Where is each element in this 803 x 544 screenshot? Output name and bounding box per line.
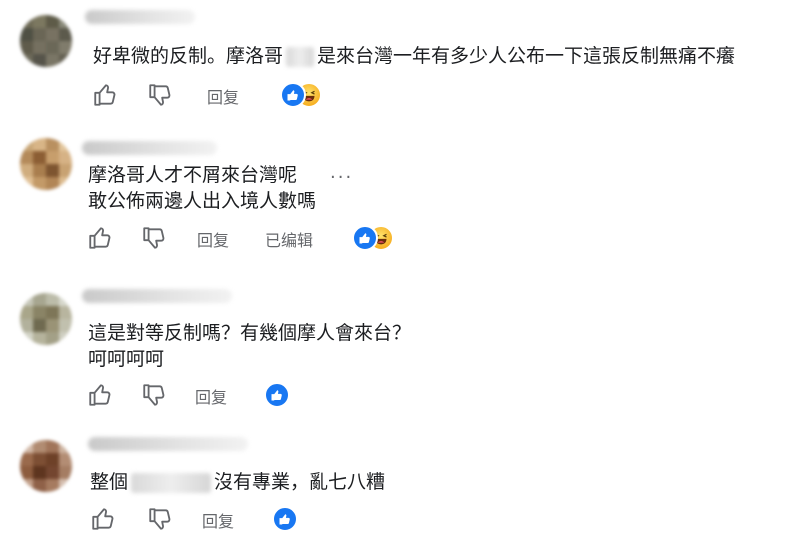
more-dots-icon[interactable]: ...	[330, 162, 353, 183]
like-reaction-icon	[280, 82, 306, 108]
comment-actions: 回复 已编辑	[87, 225, 407, 255]
redacted-text	[131, 472, 212, 493]
comment-2: 摩洛哥人才不屑來台灣呢 ... 敢公佈兩邊人出入境人數嗎 回复 已编辑	[0, 125, 803, 275]
commenter-name[interactable]	[85, 10, 195, 24]
like-reaction-icon	[272, 506, 298, 532]
comment-text: 好卑微的反制。摩洛哥 是來台灣一年有多少人公布一下這張反制無痛不癢	[93, 45, 736, 67]
thumbs-up-outline-icon[interactable]	[90, 506, 116, 532]
redacted-text	[286, 46, 315, 67]
thumbs-down-outline-icon[interactable]	[147, 506, 173, 532]
commenter-name[interactable]	[82, 289, 232, 303]
comment-text-line-1: 這是對等反制嗎？有幾個摩人會來台？	[88, 322, 412, 344]
comment-4: 整個 沒有專業，亂七八糟 回复	[0, 420, 803, 544]
comment-text: 整個 沒有專業，亂七八糟	[90, 471, 386, 493]
commenter-name[interactable]	[82, 141, 217, 155]
comment-text-line-2: 呵呵呵呵	[88, 348, 165, 370]
avatar[interactable]	[20, 138, 72, 190]
reaction-summary[interactable]	[272, 506, 298, 532]
comment-actions: 回复	[92, 82, 352, 112]
thumbs-up-outline-icon[interactable]	[87, 382, 113, 408]
thumbs-down-outline-icon[interactable]	[141, 225, 167, 251]
reply-button[interactable]: 回复	[202, 508, 234, 532]
edited-label: 已编辑	[265, 231, 314, 250]
comment-3: 這是對等反制嗎？有幾個摩人會來台？ 呵呵呵呵 回复	[0, 275, 803, 420]
avatar[interactable]	[20, 440, 72, 492]
thumbs-up-outline-icon[interactable]	[92, 82, 118, 108]
thumbs-up-outline-icon[interactable]	[87, 225, 113, 251]
comment-text-line-1: 摩洛哥人才不屑來台灣呢	[88, 164, 298, 186]
reaction-summary[interactable]	[352, 225, 402, 251]
thumbs-down-outline-icon[interactable]	[147, 82, 173, 108]
reaction-summary[interactable]	[264, 382, 290, 408]
avatar[interactable]	[20, 15, 72, 67]
thumbs-down-outline-icon[interactable]	[141, 382, 167, 408]
reply-button[interactable]: 回复	[207, 84, 239, 108]
like-reaction-icon	[352, 225, 378, 251]
avatar[interactable]	[20, 293, 72, 345]
comment-1: 好卑微的反制。摩洛哥 是來台灣一年有多少人公布一下這張反制無痛不癢 回复	[0, 0, 803, 125]
reply-button[interactable]: 回复	[195, 384, 227, 408]
comment-text-line-2: 敢公佈兩邊人出入境人數嗎	[88, 190, 317, 212]
like-reaction-icon	[264, 382, 290, 408]
comment-actions: 回复	[90, 506, 310, 536]
comment-actions: 回复	[87, 382, 307, 412]
reaction-summary[interactable]	[280, 82, 330, 108]
reply-button[interactable]: 回复	[197, 227, 229, 251]
commenter-name[interactable]	[88, 437, 248, 451]
